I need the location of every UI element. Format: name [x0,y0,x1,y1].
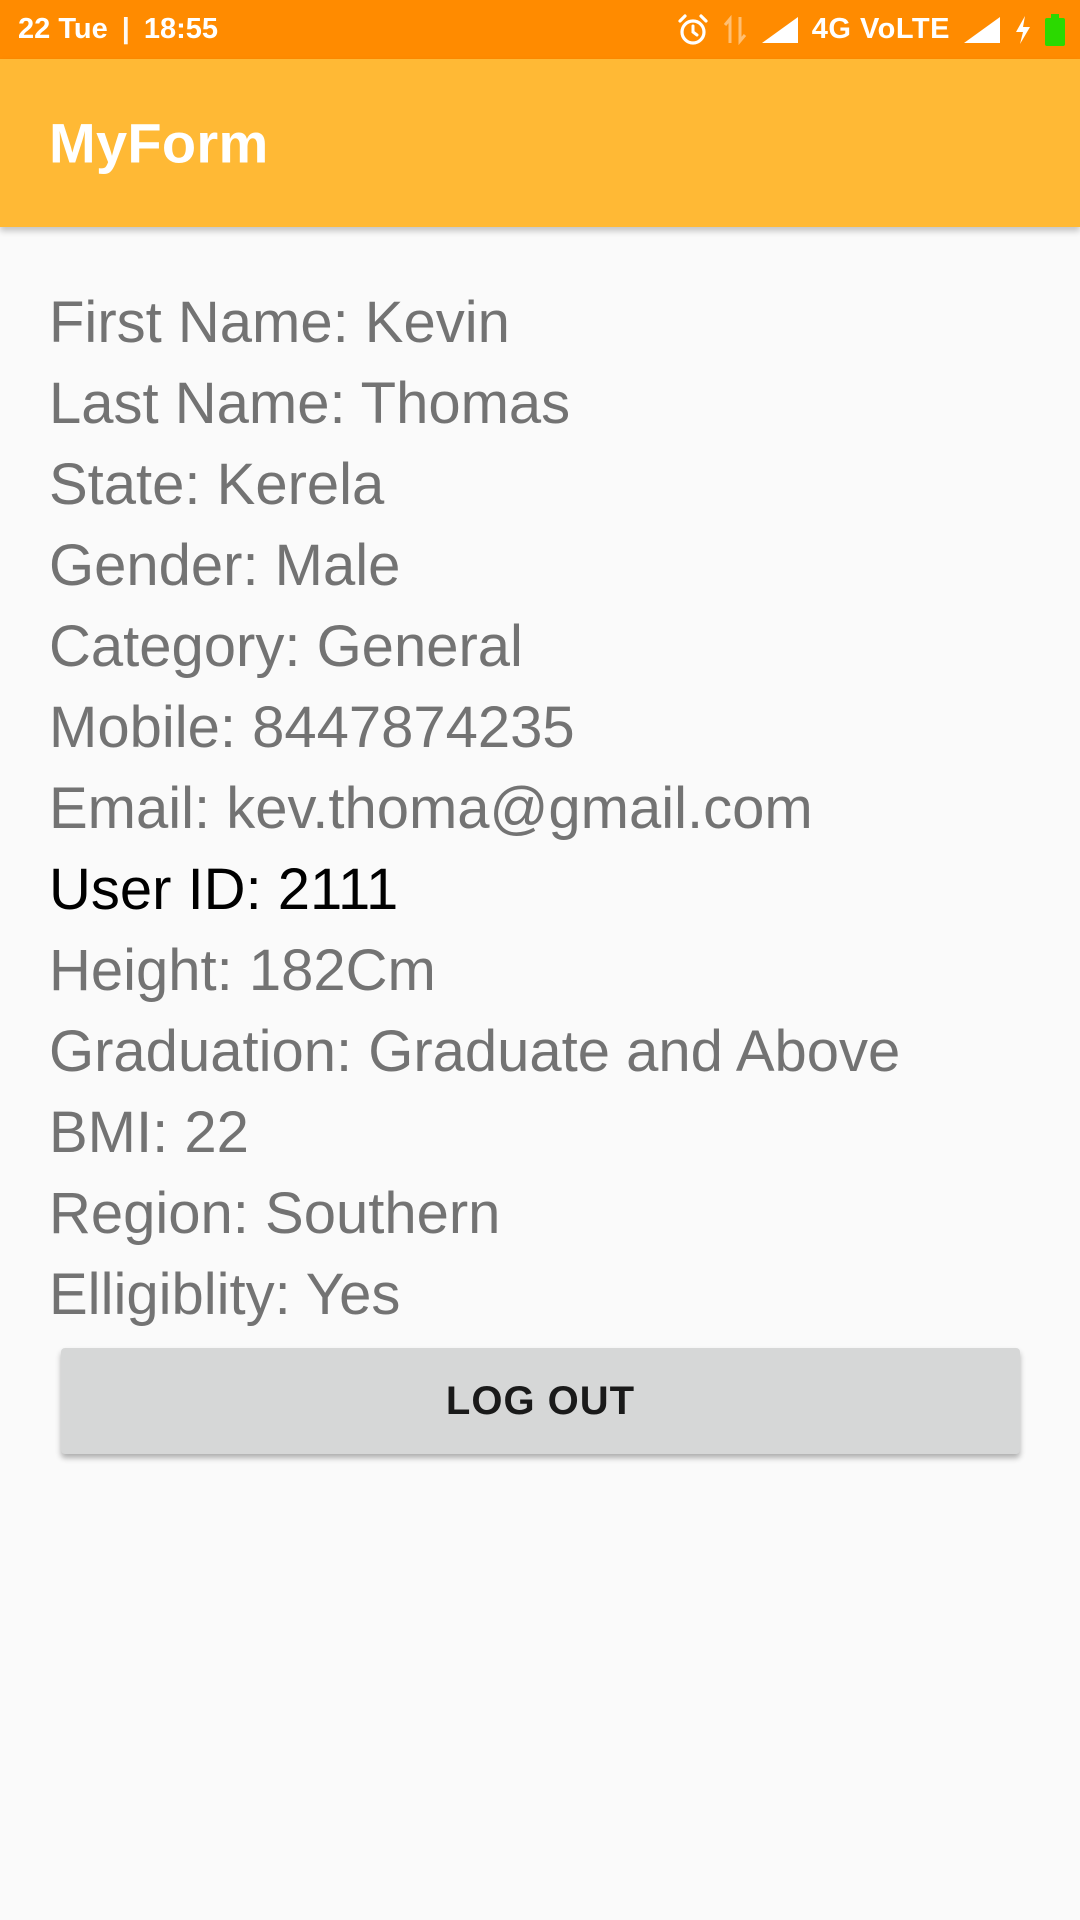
data-transfer-icon [722,14,748,45]
signal-icon [760,15,800,45]
category-text: Category: General [49,614,523,679]
first-name-text: First Name: Kevin [49,290,510,355]
status-time: 18:55 [143,13,219,45]
user-details: First Name: Kevin Last Name: Thomas Stat… [49,282,1039,1335]
bmi-text: BMI: 22 [49,1100,249,1165]
network-type: 4G VoLTE [811,13,950,45]
graduation-text: Graduation: Graduate and Above [49,1019,901,1084]
status-left: 22 Tue | 18:55 [18,13,218,46]
status-date: 22 Tue [18,13,108,45]
eligibility-text: Elligiblity: Yes [49,1262,401,1327]
logout-button[interactable]: LOG OUT [61,1348,1020,1454]
battery-icon [1044,13,1066,47]
gender-text: Gender: Male [49,533,401,598]
mobile-text: Mobile: 8447874235 [49,695,575,760]
state-text: State: Kerela [49,452,385,517]
email-text: Email: kev.thoma@gmail.com [49,776,813,841]
app-bar: MyForm [0,59,1080,227]
user-id-text: User ID: 2111 [49,857,399,922]
status-right: 4G VoLTE [676,13,1066,47]
alarm-icon [676,13,710,47]
charging-icon [1014,15,1032,45]
status-separator: | [121,13,130,45]
app-title: MyForm [49,111,269,175]
height-text: Height: 182Cm [49,938,436,1003]
status-bar: 22 Tue | 18:55 4G VoLTE [0,0,1080,59]
last-name-text: Last Name: Thomas [49,371,571,436]
region-text: Region: Southern [49,1181,501,1246]
signal-icon [962,15,1002,45]
